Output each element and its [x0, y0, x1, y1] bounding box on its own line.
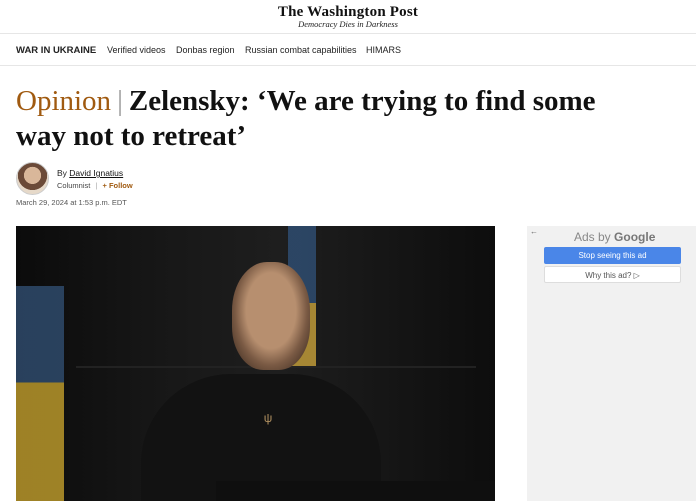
why-this-ad-button[interactable]: Why this ad? ▷	[544, 266, 681, 283]
table-edge	[216, 481, 495, 501]
topic-nav: WAR IN UKRAINE Verified videos Donbas re…	[0, 33, 696, 66]
flag-left	[16, 286, 64, 501]
masthead: The Washington Post Democracy Dies in Da…	[0, 0, 696, 34]
ads-by-label: Ads by	[574, 230, 611, 244]
person-head	[232, 262, 310, 370]
article-headline: Opinion | Zelensky: ‘We are trying to find…	[16, 84, 616, 154]
author-role-row: Columnist | + Follow	[57, 181, 133, 190]
stop-seeing-ad-button[interactable]: Stop seeing this ad	[544, 247, 681, 264]
nav-item-russian-combat-capabilities[interactable]: Russian combat capabilities	[245, 45, 357, 55]
section-label[interactable]: Opinion	[16, 85, 111, 117]
publish-date: March 29, 2024 at 1:53 p.m. EDT	[16, 198, 127, 207]
site-tagline: Democracy Dies in Darkness	[298, 19, 398, 29]
article-lead-photo: ψ	[16, 226, 495, 501]
role-separator: |	[95, 181, 98, 190]
nav-item-donbas-region[interactable]: Donbas region	[176, 45, 235, 55]
trident-icon: ψ	[263, 411, 273, 425]
author-link[interactable]: David Ignatius	[69, 168, 123, 178]
nav-item-verified-videos[interactable]: Verified videos	[107, 45, 166, 55]
ads-by-google: Ads by Google	[574, 230, 655, 244]
nav-item-war-in-ukraine[interactable]: WAR IN UKRAINE	[16, 45, 96, 56]
follow-button[interactable]: + Follow	[102, 181, 132, 190]
google-label: Google	[614, 230, 656, 244]
author-role: Columnist	[57, 181, 91, 190]
author-avatar[interactable]	[16, 162, 49, 195]
byline: By David Ignatius	[57, 168, 123, 178]
back-arrow-icon[interactable]: ←	[530, 227, 538, 236]
nav-item-himars[interactable]: HIMARS	[366, 45, 401, 55]
headline-separator: |	[117, 85, 123, 117]
byline-prefix: By	[57, 168, 67, 178]
